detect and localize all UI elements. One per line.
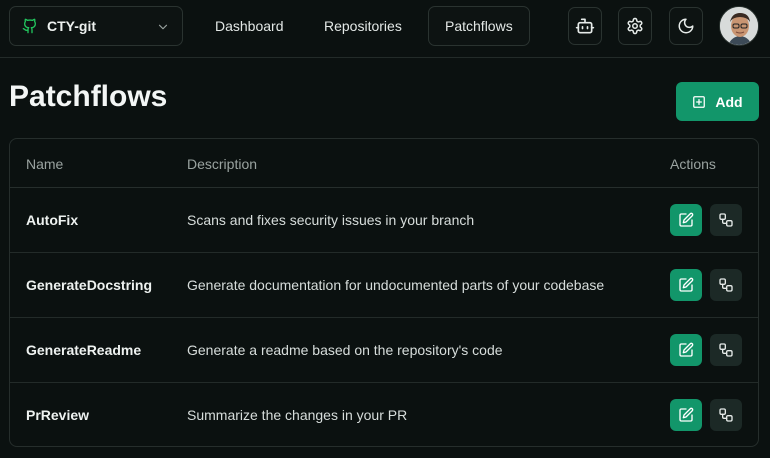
workflow-icon	[718, 277, 734, 293]
edit-button[interactable]	[670, 334, 702, 366]
edit-button[interactable]	[670, 399, 702, 431]
github-icon	[22, 18, 38, 34]
header-name: Name	[26, 156, 64, 172]
edit-icon	[678, 212, 694, 228]
edit-icon	[678, 277, 694, 293]
page-title: Patchflows	[9, 80, 168, 113]
workflow-icon	[718, 342, 734, 358]
workflow-icon	[718, 407, 734, 423]
patchflow-description: Scans and fixes security issues in your …	[187, 212, 475, 228]
table-header: Name Description Actions	[10, 139, 758, 188]
workflow-button[interactable]	[710, 204, 742, 236]
nav-repositories[interactable]: Repositories	[308, 6, 418, 46]
table-row: GenerateReadme Generate a readme based o…	[10, 318, 758, 383]
bot-button[interactable]	[568, 7, 602, 45]
add-button[interactable]: Add	[676, 82, 759, 121]
workflow-button[interactable]	[710, 334, 742, 366]
workflow-button[interactable]	[710, 269, 742, 301]
top-navbar: CTY-git Dashboard Repositories Patchflow…	[0, 0, 770, 58]
add-button-label: Add	[715, 93, 743, 110]
patchflow-name: GenerateDocstring	[26, 277, 153, 293]
plus-square-icon	[692, 95, 706, 109]
header-description: Description	[187, 156, 258, 172]
patchflow-name: GenerateReadme	[26, 342, 142, 358]
table-row: GenerateDocstring Generate documentation…	[10, 253, 758, 318]
nav-patchflows[interactable]: Patchflows	[428, 6, 530, 46]
chevron-down-icon	[156, 20, 170, 34]
settings-button[interactable]	[618, 7, 652, 45]
moon-icon	[677, 17, 695, 35]
org-name: CTY-git	[47, 18, 96, 34]
patchflow-description: Generate documentation for undocumented …	[187, 277, 605, 293]
bot-icon	[575, 16, 595, 36]
workflow-icon	[718, 212, 734, 228]
patchflow-name: AutoFix	[26, 212, 79, 228]
gear-icon	[626, 17, 644, 35]
patchflows-table: Name Description Actions AutoFix Scans a…	[9, 138, 759, 447]
edit-icon	[678, 342, 694, 358]
edit-button[interactable]	[670, 204, 702, 236]
table-row: AutoFix Scans and fixes security issues …	[10, 188, 758, 253]
workflow-button[interactable]	[710, 399, 742, 431]
edit-button[interactable]	[670, 269, 702, 301]
patchflow-name: PrReview	[26, 407, 90, 423]
org-selector[interactable]: CTY-git	[9, 6, 183, 46]
avatar[interactable]	[719, 6, 759, 46]
header-actions: Actions	[670, 156, 716, 172]
table-row: PrReview Summarize the changes in your P…	[10, 383, 758, 446]
theme-toggle-button[interactable]	[669, 7, 703, 45]
edit-icon	[678, 407, 694, 423]
nav-dashboard[interactable]: Dashboard	[199, 6, 300, 46]
patchflow-description: Summarize the changes in your PR	[187, 407, 408, 423]
patchflow-description: Generate a readme based on the repositor…	[187, 342, 503, 358]
